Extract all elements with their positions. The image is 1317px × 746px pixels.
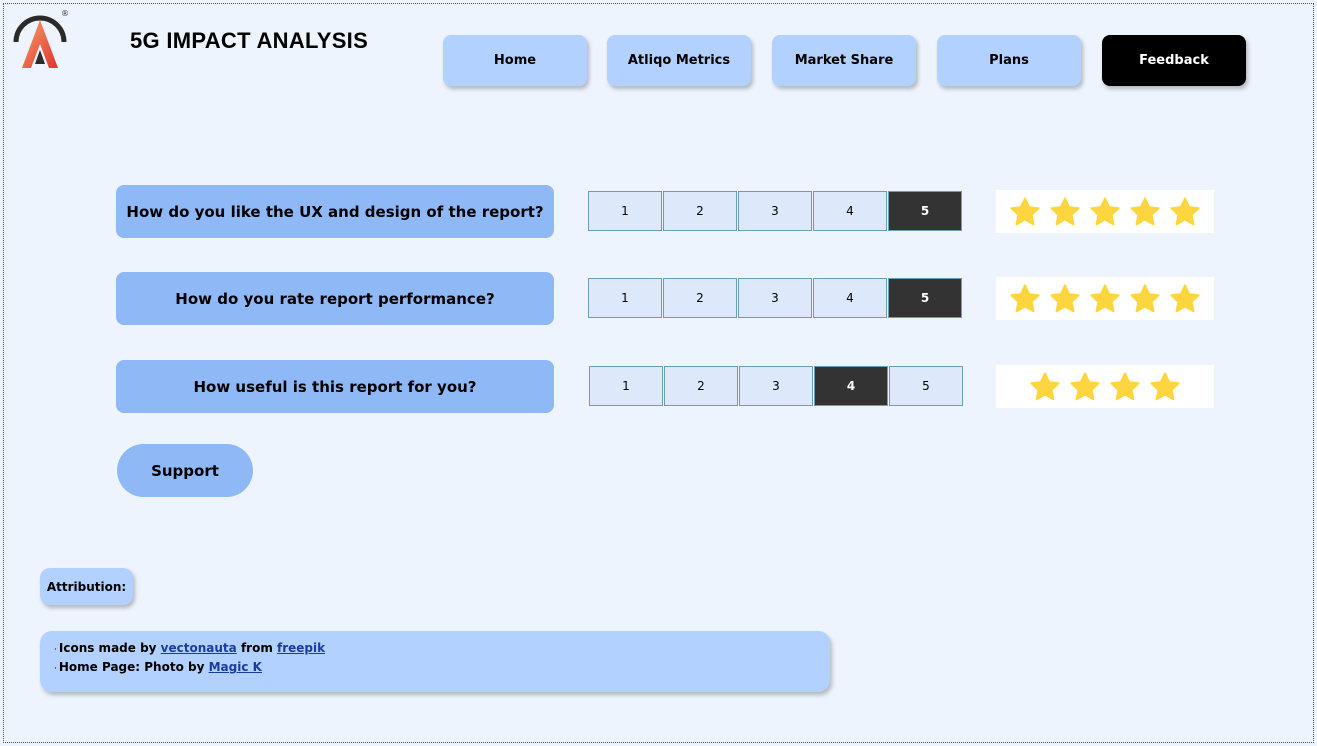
star-icon xyxy=(1070,371,1100,400)
star-icon xyxy=(1170,283,1200,312)
star-icon xyxy=(1090,196,1120,225)
rating-option[interactable]: 3 xyxy=(738,191,812,231)
attribution-text: from xyxy=(240,641,273,655)
rating-option[interactable]: 2 xyxy=(663,278,737,318)
rating-option[interactable]: 2 xyxy=(663,191,737,231)
rating-scale-ux: 1 2 3 4 5 xyxy=(588,191,962,231)
magic-k-link[interactable]: Magic K xyxy=(209,660,262,674)
attribution-line-photo: · Home Page: Photo by Magic K xyxy=(54,660,262,674)
star-icon xyxy=(1110,371,1140,400)
rating-option[interactable]: 2 xyxy=(664,366,738,406)
attribution-line-icons: · Icons made by vectonauta from freepik xyxy=(54,641,326,655)
rating-option[interactable]: 1 xyxy=(589,366,663,406)
rating-option[interactable]: 3 xyxy=(739,366,813,406)
star-icon xyxy=(1050,196,1080,225)
nav-market-share-button[interactable]: Market Share xyxy=(772,35,916,86)
rating-option[interactable]: 3 xyxy=(738,278,812,318)
question-usefulness: How useful is this report for you? xyxy=(116,360,554,413)
freepik-link[interactable]: freepik xyxy=(277,641,325,655)
attribution-text: Home Page: Photo by xyxy=(58,660,205,674)
nav-home-button[interactable]: Home xyxy=(443,35,587,86)
rating-option[interactable]: 4 xyxy=(813,278,887,318)
rating-option-selected[interactable]: 5 xyxy=(888,278,962,318)
question-ux-design: How do you like the UX and design of the… xyxy=(116,185,554,238)
nav-plans-button[interactable]: Plans xyxy=(937,35,1081,86)
question-performance: How do you rate report performance? xyxy=(116,272,554,325)
rating-option-selected[interactable]: 4 xyxy=(814,366,888,406)
nav-feedback-button[interactable]: Feedback xyxy=(1102,35,1246,86)
star-icon xyxy=(1130,196,1160,225)
star-rating-ux xyxy=(996,190,1214,233)
support-button[interactable]: Support xyxy=(117,444,253,497)
nav-atliqo-metrics-button[interactable]: Atliqo Metrics xyxy=(607,35,751,86)
rating-option[interactable]: 1 xyxy=(588,191,662,231)
vectonauta-link[interactable]: vectonauta xyxy=(161,641,237,655)
attribution-label: Attribution: xyxy=(40,568,133,605)
attribution-text: Icons made by xyxy=(58,641,157,655)
star-icon xyxy=(1050,283,1080,312)
rating-option[interactable]: 4 xyxy=(813,191,887,231)
rating-scale-usefulness: 1 2 3 4 5 xyxy=(589,366,963,406)
star-icon xyxy=(1170,196,1200,225)
rating-option-selected[interactable]: 5 xyxy=(888,191,962,231)
star-icon xyxy=(1010,283,1040,312)
star-icon xyxy=(1130,283,1160,312)
star-rating-usefulness xyxy=(996,365,1214,408)
star-icon xyxy=(1150,371,1180,400)
registered-mark: ® xyxy=(61,9,69,18)
rating-option[interactable]: 5 xyxy=(889,366,963,406)
rating-scale-performance: 1 2 3 4 5 xyxy=(588,278,962,318)
attribution-box: · Icons made by vectonauta from freepik ·… xyxy=(40,631,830,692)
star-icon xyxy=(1090,283,1120,312)
star-icon xyxy=(1010,196,1040,225)
page-title: 5G IMPACT ANALYSIS xyxy=(130,28,369,53)
star-icon xyxy=(1030,371,1060,400)
star-rating-performance xyxy=(996,277,1214,320)
rating-option[interactable]: 1 xyxy=(588,278,662,318)
